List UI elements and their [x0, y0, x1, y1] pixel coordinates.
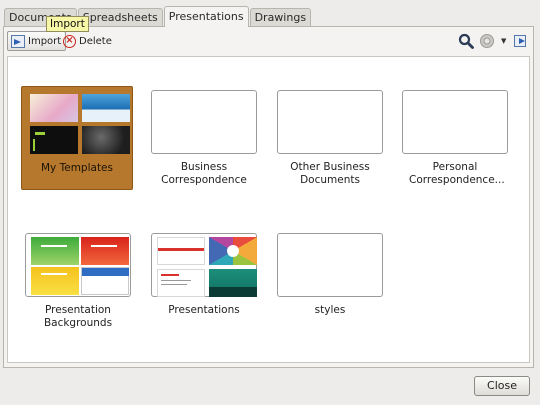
chevron-down-icon[interactable]: ▼: [501, 32, 509, 50]
thumbnail-preview: [82, 126, 130, 154]
delete-button[interactable]: × Delete: [60, 31, 115, 51]
import-button[interactable]: Import: [7, 31, 67, 51]
tab-spreadsheets[interactable]: Spreadsheets: [77, 8, 163, 26]
folder-thumbnail: [25, 233, 131, 297]
thumbnail-preview: [30, 126, 78, 154]
thumbnail-preview: [209, 237, 257, 265]
thumbnail-preview: [30, 94, 78, 122]
folder-thumbnail: [402, 90, 508, 154]
export-icon[interactable]: [514, 32, 530, 50]
gear-icon[interactable]: [479, 32, 497, 50]
folder-label: Personal Correspondence...: [409, 161, 505, 186]
folder-label: Presentation Backgrounds: [43, 304, 113, 329]
template-panel: Import × Delete ▼ My Templates Business …: [3, 26, 534, 368]
folder-thumbnail: [151, 233, 257, 297]
folder-thumbnail: [151, 90, 257, 154]
thumbnail-preview: [209, 269, 257, 297]
folder-label: Business Correspondence: [161, 161, 247, 186]
template-grid: My Templates Business Correspondence Oth…: [7, 56, 530, 363]
thumbnail-preview: [81, 267, 129, 295]
folder-label: Presentations: [168, 304, 240, 316]
folder-business-correspondence[interactable]: Business Correspondence: [148, 86, 260, 190]
folder-thumbnail: [277, 233, 383, 297]
thumbnail-preview: [157, 269, 205, 297]
search-icon[interactable]: [458, 32, 476, 50]
thumbnail-preview: [82, 94, 130, 122]
thumbnail-preview: [31, 237, 79, 265]
tab-drawings[interactable]: Drawings: [249, 8, 312, 26]
folder-label: styles: [314, 304, 346, 316]
delete-icon: ×: [63, 34, 76, 48]
folder-styles[interactable]: styles: [274, 229, 386, 333]
import-tooltip: Import: [46, 16, 89, 32]
import-icon: [11, 34, 25, 48]
folder-thumbnail: [25, 91, 131, 155]
folder-presentation-backgrounds[interactable]: Presentation Backgrounds: [22, 229, 134, 333]
folder-thumbnail: [277, 90, 383, 154]
delete-label: Delete: [79, 35, 112, 47]
import-label: Import: [28, 35, 62, 47]
folder-personal-correspondence[interactable]: Personal Correspondence...: [399, 86, 511, 190]
thumbnail-preview: [157, 237, 205, 265]
folder-label: My Templates: [41, 162, 113, 174]
folder-presentations[interactable]: Presentations: [148, 229, 260, 333]
close-button[interactable]: Close: [474, 376, 530, 396]
thumbnail-preview: [31, 267, 79, 295]
thumbnail-preview: [81, 237, 129, 265]
folder-label: Other Business Documents: [290, 161, 370, 186]
folder-other-business-documents[interactable]: Other Business Documents: [274, 86, 386, 190]
tab-presentations[interactable]: Presentations: [163, 6, 249, 27]
folder-my-templates[interactable]: My Templates: [21, 86, 133, 190]
